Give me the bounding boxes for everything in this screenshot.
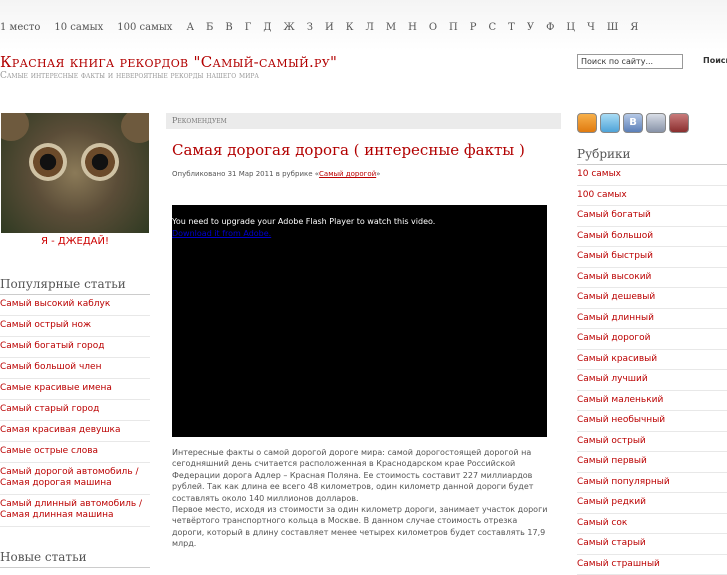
rubric-link[interactable]: Самый старый [577, 534, 727, 555]
top-nav-item[interactable]: И [325, 22, 334, 33]
top-nav-item[interactable]: Я [630, 22, 638, 33]
rubric-link[interactable]: Самый быстрый [577, 247, 727, 268]
rubric-link[interactable]: Самый первый [577, 452, 727, 473]
top-nav-item[interactable]: Б [206, 22, 213, 33]
post-title[interactable]: Самая дорогая дорога ( интересные факты … [172, 141, 561, 159]
top-nav-item[interactable]: К [346, 22, 354, 33]
top-nav-item[interactable]: О [429, 22, 437, 33]
mail-icon[interactable] [669, 113, 689, 133]
rubric-link[interactable]: Самый страшный [577, 555, 727, 575]
video-player[interactable]: You need to upgrade your Adobe Flash Pla… [172, 205, 547, 437]
rubric-link[interactable]: 10 самых [577, 165, 727, 186]
top-nav-item[interactable]: З [307, 22, 313, 33]
rubric-link[interactable]: Самый острый [577, 432, 727, 453]
popular-articles-list: Самый высокий каблукСамый острый ножСамы… [0, 295, 150, 527]
rubric-link[interactable]: Самый длинный [577, 309, 727, 330]
post-meta: Опубликовано 31 Мар 2011 в рубрике «Самы… [172, 170, 561, 178]
top-nav-item[interactable]: А [186, 22, 194, 33]
top-nav-item[interactable]: 1 место [0, 22, 40, 33]
new-articles-title: Новые статьи [0, 550, 150, 568]
top-nav-item[interactable]: Г [245, 22, 252, 33]
photo-eye-left [29, 143, 67, 181]
popular-article-link[interactable]: Самый большой член [0, 358, 150, 379]
rubric-link[interactable]: Самый большой [577, 227, 727, 248]
search-button[interactable]: Поиск [703, 56, 727, 65]
top-nav-item[interactable]: Ч [587, 22, 595, 33]
top-nav-item[interactable]: Р [470, 22, 477, 33]
rubric-link[interactable]: Самый дешевый [577, 288, 727, 309]
rubric-link[interactable]: Самый богатый [577, 206, 727, 227]
left-sidebar: Я - ДЖЕДАЙ! Популярные статьи Самый высо… [0, 113, 150, 568]
post-meta-suffix: » [376, 170, 380, 178]
photo-eye-right [81, 143, 119, 181]
popular-article-link[interactable]: Самая красивая девушка [0, 421, 150, 442]
popular-article-link[interactable]: Самый дорогой автомобиль / Самая дорогая… [0, 463, 150, 495]
photo-caption[interactable]: Я - ДЖЕДАЙ! [0, 236, 150, 250]
popular-article-link[interactable]: Самый высокий каблук [0, 295, 150, 316]
social-icons: B [577, 113, 727, 137]
top-nav-item[interactable]: У [527, 22, 534, 33]
post-paragraph-1: Интересные факты о самой дорогой дороге … [172, 447, 552, 504]
post-body: Интересные факты о самой дорогой дороге … [172, 447, 552, 550]
vkontakte-icon[interactable]: B [623, 113, 643, 133]
top-nav-item[interactable]: Ж [284, 22, 295, 33]
popular-articles-title: Популярные статьи [0, 277, 150, 295]
rubrics-list: 10 самых100 самыхСамый богатыйСамый боль… [577, 165, 727, 575]
rubric-link[interactable]: Самый редкий [577, 493, 727, 514]
post-paragraph-2: Первое место, исходя из стоимости за оди… [172, 504, 552, 550]
popular-article-link[interactable]: Самый длинный автомобиль / Самая длинная… [0, 495, 150, 527]
rubric-link[interactable]: Самый лучший [577, 370, 727, 391]
photo-ear-left [1, 113, 29, 141]
top-nav-item[interactable]: П [449, 22, 458, 33]
rubric-link[interactable]: Самый сок [577, 514, 727, 535]
right-sidebar: B Рубрики 10 самых100 самыхСамый богатый… [577, 113, 727, 575]
top-nav-item[interactable]: Т [508, 22, 515, 33]
photo-ear-right [121, 113, 149, 143]
rubric-link[interactable]: Самый дорогой [577, 329, 727, 350]
popular-article-link[interactable]: Самый старый город [0, 400, 150, 421]
post-meta-prefix: Опубликовано 31 Мар 2011 в рубрике « [172, 170, 319, 178]
search-input[interactable] [577, 54, 683, 69]
rss-icon[interactable] [577, 113, 597, 133]
top-navigation: 1 место 10 самых 100 самых А Б В ГД Ж З И КЛ М Н О П Р С… [0, 0, 727, 50]
top-nav-item[interactable]: Ш [607, 22, 618, 33]
popular-article-link[interactable]: Самый острый нож [0, 316, 150, 337]
rubric-link[interactable]: Самый высокий [577, 268, 727, 289]
twitter-icon[interactable] [600, 113, 620, 133]
flash-upgrade-message: You need to upgrade your Adobe Flash Pla… [172, 217, 435, 226]
site-title[interactable]: Красная книга рекордов "Самый-самый.ру" [0, 53, 337, 71]
post-category-link[interactable]: Самый дорогой [319, 170, 376, 178]
rubric-link[interactable]: 100 самых [577, 186, 727, 207]
popular-article-link[interactable]: Самые острые слова [0, 442, 150, 463]
recommend-bar: Рекомендуем [166, 113, 561, 129]
top-nav-item[interactable]: Л [365, 22, 373, 33]
popular-article-link[interactable]: Самый богатый город [0, 337, 150, 358]
rubrics-title: Рубрики [577, 147, 727, 165]
popular-article-link[interactable]: Самые красивые имена [0, 379, 150, 400]
rubric-link[interactable]: Самый необычный [577, 411, 727, 432]
top-nav-item[interactable]: С [489, 22, 497, 33]
flash-download-link[interactable]: Download it from Adobe. [172, 229, 271, 238]
top-nav-item[interactable]: М [386, 22, 396, 33]
tarsier-photo[interactable] [1, 113, 149, 233]
top-nav-item[interactable]: Ф [546, 22, 554, 33]
site-subtitle: Самые интересные факты и невероятные рек… [0, 71, 259, 81]
rubric-link[interactable]: Самый популярный [577, 473, 727, 494]
rubric-link[interactable]: Самый красивый [577, 350, 727, 371]
top-nav-item[interactable]: 10 самых [54, 22, 103, 33]
top-nav-item[interactable]: В [225, 22, 232, 33]
top-nav-items: 1 место 10 самых 100 самых А Б В ГД Ж З И КЛ М Н О П Р С… [0, 22, 650, 33]
main-content: Рекомендуем Самая дорогая дорога ( интер… [166, 113, 561, 178]
rubric-link[interactable]: Самый маленький [577, 391, 727, 412]
livejournal-icon[interactable] [646, 113, 666, 133]
top-nav-item[interactable]: 100 самых [117, 22, 172, 33]
top-nav-item[interactable]: Н [408, 22, 417, 33]
top-nav-item[interactable]: Ц [566, 22, 575, 33]
top-nav-item[interactable]: Д [263, 22, 271, 33]
